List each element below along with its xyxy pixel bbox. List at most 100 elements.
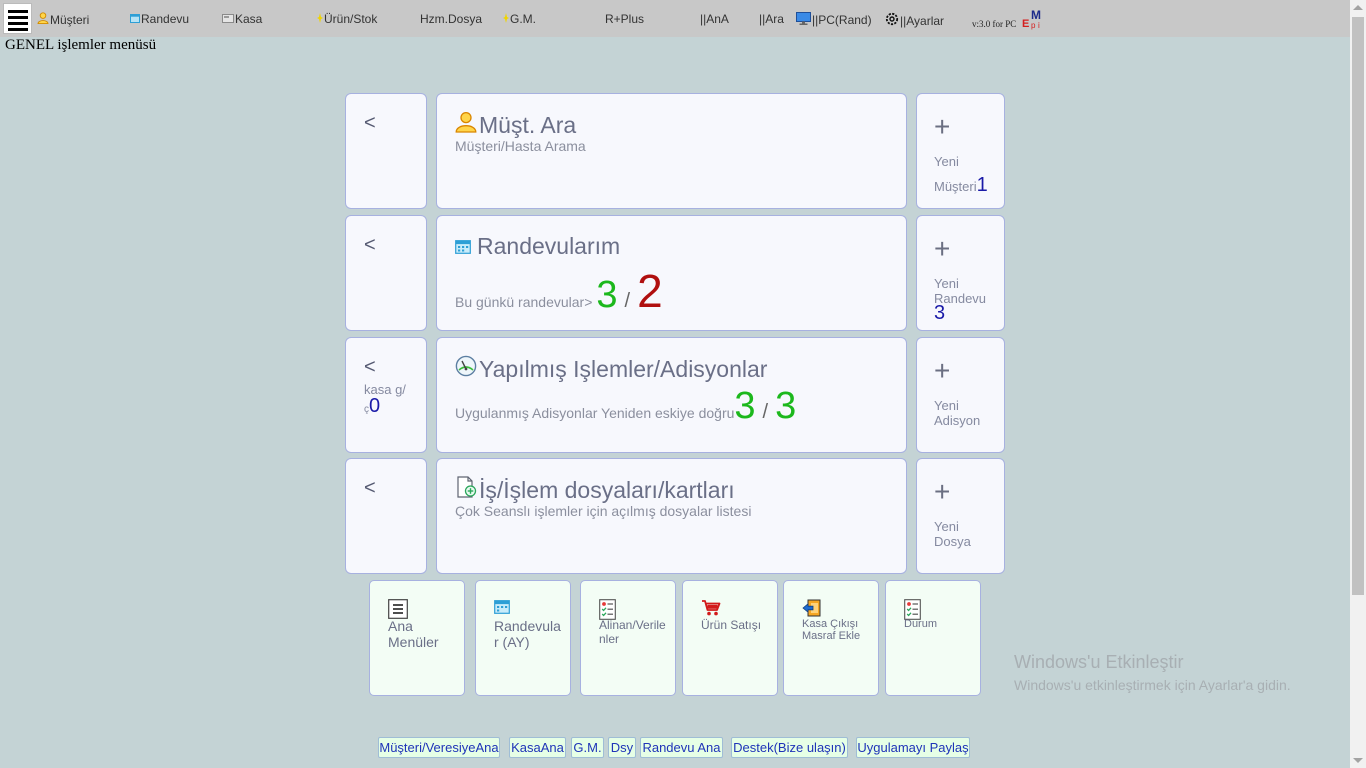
page-title: GENEL işlemler menüsü <box>5 37 157 53</box>
nav-hzm-dosya[interactable]: Hzm.Dosya <box>420 12 482 26</box>
footer-link-musteri-veresiye[interactable]: Müşteri/VeresiyeAna <box>378 737 500 758</box>
tile-durum[interactable]: Durum <box>885 580 981 696</box>
nav-randevu-label: Randevu <box>141 12 190 26</box>
plus-icon: + <box>934 476 951 507</box>
footer-link-dsy[interactable]: Dsy <box>608 737 636 758</box>
windows-activation-title: Windows'u Etkinleştir <box>1014 652 1184 672</box>
appointments-count-green: 3 <box>596 274 618 316</box>
tile-label-line2: Menüler <box>388 634 439 650</box>
yeni-randevu-button[interactable]: + Yeni Randevu 3 <box>916 215 1005 331</box>
footer-link-uygulamayi-paylas[interactable]: Uygulamayı Paylaş <box>856 737 970 758</box>
sparkle-icon <box>503 12 509 26</box>
randevularim-card[interactable]: Randevularım Bu günkü randevular> 3 / 2 <box>436 215 907 331</box>
is-islem-dosyalari-card[interactable]: İş/İşlem dosyaları/kartları Çok Seanslı … <box>436 458 907 574</box>
card-subtitle: Çok Seanslı işlemler için açılmış dosyal… <box>455 503 752 519</box>
cash-register-icon <box>222 12 234 26</box>
tile-urun-satisi[interactable]: Ürün Satışı <box>682 580 778 696</box>
footer-link-randevu-ana[interactable]: Randevu Ana <box>640 737 723 758</box>
monitor-icon <box>796 12 811 28</box>
nav-pc-rand[interactable]: ||PC(Rand) <box>796 12 872 28</box>
nav-pc-rand-label: ||PC(Rand) <box>812 13 872 27</box>
add-label-line1: Yeni <box>934 276 959 291</box>
scroll-down-arrow-icon[interactable] <box>1353 758 1363 763</box>
nav-kasa-label: Kasa <box>235 12 263 26</box>
musteri-ara-card[interactable]: Müşt. Ara Müşteri/Hasta Arama <box>436 93 907 209</box>
nav-hzm-dosya-label: Hzm.Dosya <box>420 12 483 26</box>
footer-link-gm[interactable]: G.M. <box>571 737 604 758</box>
nav-ana[interactable]: ||AnA <box>700 12 729 26</box>
back-arrow-label: < <box>364 356 376 378</box>
back-button-kasa[interactable]: < kasa g/ ç0 <box>345 337 427 453</box>
hamburger-menu-icon[interactable] <box>3 3 32 34</box>
plus-icon: + <box>934 355 951 386</box>
nav-r-plus[interactable]: R+Plus <box>605 12 644 26</box>
gear-icon <box>885 12 899 29</box>
card-title: Randevularım <box>477 233 621 259</box>
yeni-musteri-button[interactable]: + Yeni Müşteri1 <box>916 93 1005 209</box>
app-logo[interactable]: M E p i <box>1022 8 1046 32</box>
card-title: Yapılmış Işlemler/Adisyonlar <box>479 355 768 382</box>
tile-ana-menuler[interactable]: Ana Menüler <box>369 580 465 696</box>
nav-urun-stok[interactable]: Ürün/Stok <box>317 12 377 26</box>
applied-adisyonlar-label: Uygulanmış Adisyonlar Yeniden eskiye doğ… <box>455 405 735 421</box>
nav-r-plus-label: R+Plus <box>605 12 645 26</box>
top-navigation-bar: Müşteri Randevu Kasa Ürün/Stok Hzm.Dosya… <box>0 0 1350 37</box>
add-label-line2: Adisyon <box>934 413 981 428</box>
new-appointment-count: 3 <box>934 302 946 324</box>
scroll-thumb[interactable] <box>1352 17 1364 595</box>
tile-alinan-verilenler[interactable]: Alinan/Verile nler <box>580 580 676 696</box>
nav-ara[interactable]: ||Ara <box>759 12 784 26</box>
adisyon-count-a: 3 <box>734 385 756 427</box>
kasa-count: 0 <box>369 395 381 417</box>
back-button-randevu[interactable]: < <box>345 215 427 331</box>
footer-link-kasa-ana[interactable]: KasaAna <box>509 737 566 758</box>
user-icon <box>37 12 49 27</box>
add-label-line1: Yeni <box>934 398 959 413</box>
card-title: Müşt. Ara <box>479 111 577 138</box>
tile-label-line1: Ürün Satışı <box>701 618 762 632</box>
nav-ana-label: ||AnA <box>700 12 729 26</box>
nav-musteri[interactable]: Müşteri <box>37 12 89 27</box>
tile-label-line1: Randevula <box>494 618 561 634</box>
appointments-count-red: 2 <box>637 265 663 317</box>
nav-randevu[interactable]: Randevu <box>130 12 189 26</box>
back-arrow-label: < <box>364 234 376 256</box>
gauge-icon <box>455 355 477 383</box>
scroll-up-arrow-icon[interactable] <box>1353 5 1363 10</box>
calendar-icon <box>494 599 510 619</box>
tile-label-line2: r (AY) <box>494 634 530 650</box>
vertical-scrollbar[interactable] <box>1350 0 1366 768</box>
tile-label-line1: Durum <box>904 618 938 630</box>
tile-label-line1: Alinan/Verile <box>599 618 666 632</box>
nav-gm[interactable]: G.M. <box>503 12 536 26</box>
back-arrow-label: < <box>364 477 376 499</box>
count-separator: / <box>762 401 769 423</box>
yeni-dosya-button[interactable]: + Yeni Dosya <box>916 458 1005 574</box>
footer-link-destek[interactable]: Destek(Bize ulaşın) <box>731 737 848 758</box>
version-label: v:3.0 for PC <box>972 19 1017 29</box>
new-customer-count: 1 <box>976 174 988 196</box>
nav-kasa[interactable]: Kasa <box>222 12 262 26</box>
nav-gm-label: G.M. <box>510 12 536 26</box>
todays-appointments-label: Bu günkü randevular> <box>455 294 593 310</box>
nav-ayarlar[interactable]: ||Ayarlar <box>885 12 944 29</box>
back-button-dosya[interactable]: < <box>345 458 427 574</box>
yapilmis-islemler-card[interactable]: Yapılmış Işlemler/Adisyonlar Uygulanmış … <box>436 337 907 453</box>
tile-label-line1: Ana <box>388 618 413 634</box>
card-title: İş/İşlem dosyaları/kartları <box>479 476 735 503</box>
windows-activation-subtitle: Windows'u etkinleştirmek için Ayarlar'a … <box>1014 677 1291 693</box>
add-label-line1: Yeni <box>934 519 959 534</box>
nav-urun-stok-label: Ürün/Stok <box>324 12 378 26</box>
plus-icon: + <box>934 233 951 264</box>
add-label-line2: Müşteri <box>934 179 977 194</box>
back-button-musteri[interactable]: < <box>345 93 427 209</box>
yeni-adisyon-button[interactable]: + Yeni Adisyon <box>916 337 1005 453</box>
calendar-icon <box>455 233 471 260</box>
tile-label-line1: Kasa Çıkışı <box>802 618 859 630</box>
tile-randevular-ay[interactable]: Randevula r (AY) <box>475 580 571 696</box>
tile-kasa-cikisi[interactable]: Kasa Çıkışı Masraf Ekle <box>783 580 879 696</box>
user-icon <box>455 111 477 139</box>
calendar-icon <box>130 12 140 26</box>
adisyon-count-b: 3 <box>775 385 797 427</box>
nav-ara-label: ||Ara <box>759 12 784 26</box>
